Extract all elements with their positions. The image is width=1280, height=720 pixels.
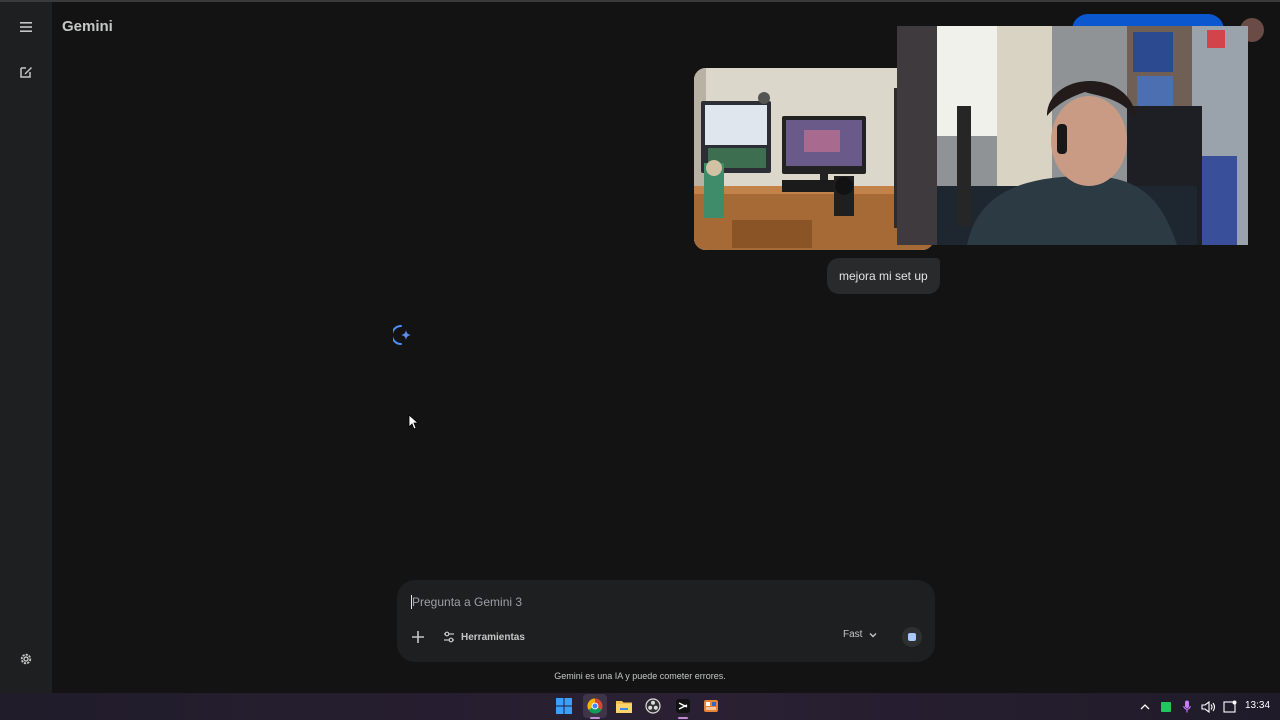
- file-explorer-icon: [616, 701, 632, 713]
- disclaimer-text: Gemini es una IA y puede cometer errores…: [554, 671, 726, 681]
- taskbar-clock[interactable]: 13:34: [1245, 700, 1270, 711]
- battery-tray[interactable]: [1159, 699, 1173, 714]
- user-message-bubble: mejora mi set up: [827, 258, 940, 294]
- side-rail: [0, 2, 52, 693]
- windows-start-icon: [556, 698, 572, 714]
- taskbar-file-explorer[interactable]: [615, 697, 633, 715]
- prompt-input[interactable]: Pregunta a Gemini 3: [412, 595, 522, 609]
- notification-icon: [1223, 700, 1237, 713]
- stop-icon: [908, 633, 916, 641]
- chevron-down-icon: [869, 632, 877, 637]
- microphone-tray[interactable]: [1181, 699, 1193, 714]
- start-button[interactable]: [555, 697, 573, 715]
- tune-icon: [444, 631, 454, 643]
- app-icon: [704, 700, 718, 712]
- model-selector[interactable]: Fast: [843, 629, 878, 640]
- tools-button[interactable]: Herramientas: [443, 629, 525, 645]
- taskbar-app[interactable]: [702, 697, 720, 715]
- gear-icon: [20, 653, 32, 665]
- taskbar: [0, 693, 1280, 720]
- gemini-app: Gemini mejora mi set up Pregunta a Gemin…: [0, 2, 1280, 693]
- speaker-icon: [1201, 700, 1216, 713]
- edit-icon: [20, 67, 32, 78]
- chevron-up-icon: [1140, 703, 1150, 709]
- volume-tray[interactable]: [1200, 699, 1217, 714]
- mouse-cursor-icon: [408, 414, 418, 430]
- hamburger-menu-icon: [20, 22, 32, 32]
- new-chat-button[interactable]: [10, 56, 42, 88]
- chrome-running-indicator: [590, 717, 600, 719]
- add-button[interactable]: [409, 628, 427, 646]
- show-hidden-icons-button[interactable]: [1139, 699, 1151, 714]
- obs-icon: [645, 698, 661, 714]
- battery-icon: [1161, 701, 1171, 712]
- notification-tray[interactable]: [1222, 699, 1238, 714]
- tools-label: Herramientas: [461, 631, 525, 643]
- taskbar-chrome[interactable]: [586, 697, 604, 715]
- taskbar-capcut[interactable]: [674, 697, 692, 715]
- model-label: Fast: [843, 629, 863, 640]
- menu-button[interactable]: [10, 11, 42, 43]
- taskbar-obs[interactable]: [644, 697, 662, 715]
- stop-button[interactable]: [902, 627, 922, 647]
- webcam-feed-image: [897, 26, 1248, 245]
- app-title: Gemini: [62, 18, 113, 35]
- microphone-icon: [1183, 700, 1191, 713]
- gemini-loading-spark-icon: [393, 325, 411, 345]
- webcam-overlay: [897, 26, 1248, 245]
- capcut-running-indicator: [678, 717, 688, 719]
- chrome-icon: [587, 698, 603, 714]
- capcut-icon: [676, 699, 690, 713]
- prompt-composer: Pregunta a Gemini 3 Herramientas Fast: [397, 580, 935, 662]
